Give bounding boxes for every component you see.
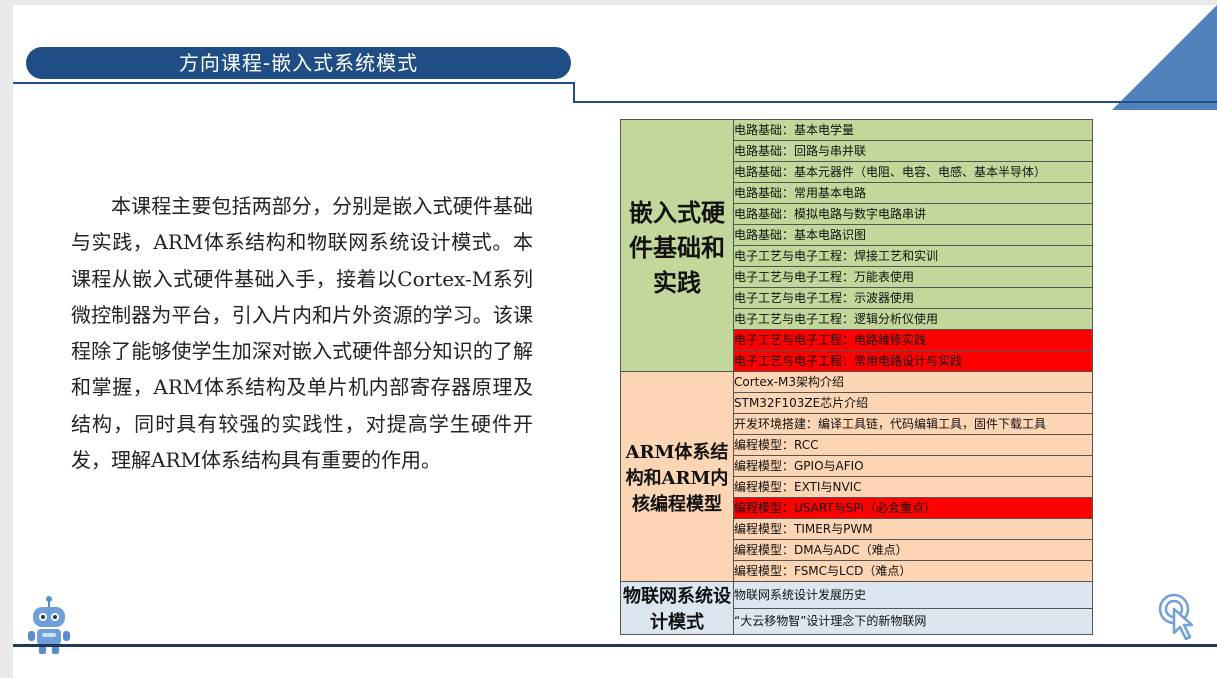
course-description: 本课程主要包括两部分，分别是嵌入式硬件基础与实践，ARM体系结构和物联网系统设计… — [71, 194, 533, 473]
table-row: 嵌入式硬件基础和实践 电路基础：基本电学量 — [620, 119, 1093, 372]
title-underline-step — [573, 82, 575, 103]
course-item: 开发环境搭建：编译工具链，代码编辑工具，固件下载工具 — [733, 413, 1093, 435]
course-table: 嵌入式硬件基础和实践 电路基础：基本电学量 电路基础：回路与串并联 电路基础：基本元器… — [620, 119, 1093, 635]
corner-triangle-decoration — [1112, 5, 1217, 110]
course-item: 编程模型：RCC — [733, 434, 1093, 456]
course-item: 电子工艺与电子工程：焊接工艺和实训 — [733, 245, 1093, 267]
group-label: 物联网系统设计模式 — [620, 581, 734, 635]
course-item: 电子工艺与电子工程：电路维修实践 — [733, 329, 1093, 351]
table-row: 物联网系统设计模式 物联网系统设计发展历史 — [620, 581, 1093, 635]
title-underline — [13, 82, 575, 84]
course-item: 电路基础：常用基本电路 — [733, 182, 1093, 204]
course-item: 编程模型：EXTI与NVIC — [733, 476, 1093, 498]
course-item: 编程模型：GPIO与AFIO — [733, 455, 1093, 477]
course-item: 电路基础：基本电学量 — [733, 119, 1093, 141]
course-item: 编程模型：USART与SPI（必会重点） — [733, 497, 1093, 519]
group-label: ARM体系结构和ARM内核编程模型 — [620, 371, 734, 582]
course-item: 物联网系统设计发展历史 — [733, 581, 1093, 609]
robot-mascot-icon — [28, 596, 70, 654]
course-item: Cortex-M3架构介绍 — [733, 371, 1093, 393]
slide-title: 方向课程-嵌入式系统模式 — [178, 51, 419, 75]
title-underline-extension — [573, 101, 1217, 103]
course-item: 电子工艺与电子工程：逻辑分析仪使用 — [733, 308, 1093, 330]
course-item: 编程模型：FSMC与LCD（难点） — [733, 560, 1093, 582]
course-item: 电子工艺与电子工程：万能表使用 — [733, 266, 1093, 288]
course-item: 编程模型：DMA与ADC（难点） — [733, 539, 1093, 561]
slide: 方向课程-嵌入式系统模式 本课程主要包括两部分，分别是嵌入式硬件基础与实践，AR… — [13, 5, 1217, 678]
click-pointer-icon — [1158, 593, 1194, 641]
table-row: ARM体系结构和ARM内核编程模型 Cortex-M3架构介绍 — [620, 371, 1093, 582]
course-item: 电路基础：基本电路识图 — [733, 224, 1093, 246]
course-item: 电路基础：模拟电路与数字电路串讲 — [733, 203, 1093, 225]
group-label: 嵌入式硬件基础和实践 — [620, 119, 734, 372]
bottom-divider — [13, 644, 1217, 647]
course-item: 电路基础：基本元器件（电阻、电容、电感、基本半导体） — [733, 161, 1093, 183]
course-item: 电路基础：回路与串并联 — [733, 140, 1093, 162]
course-item: 编程模型：TIMER与PWM — [733, 518, 1093, 540]
course-item: 电子工艺与电子工程：常用电路设计与实践 — [733, 350, 1093, 372]
course-item: 电子工艺与电子工程：示波器使用 — [733, 287, 1093, 309]
course-item: STM32F103ZE芯片介绍 — [733, 392, 1093, 414]
course-item: “大云移物智”设计理念下的新物联网 — [733, 607, 1093, 635]
